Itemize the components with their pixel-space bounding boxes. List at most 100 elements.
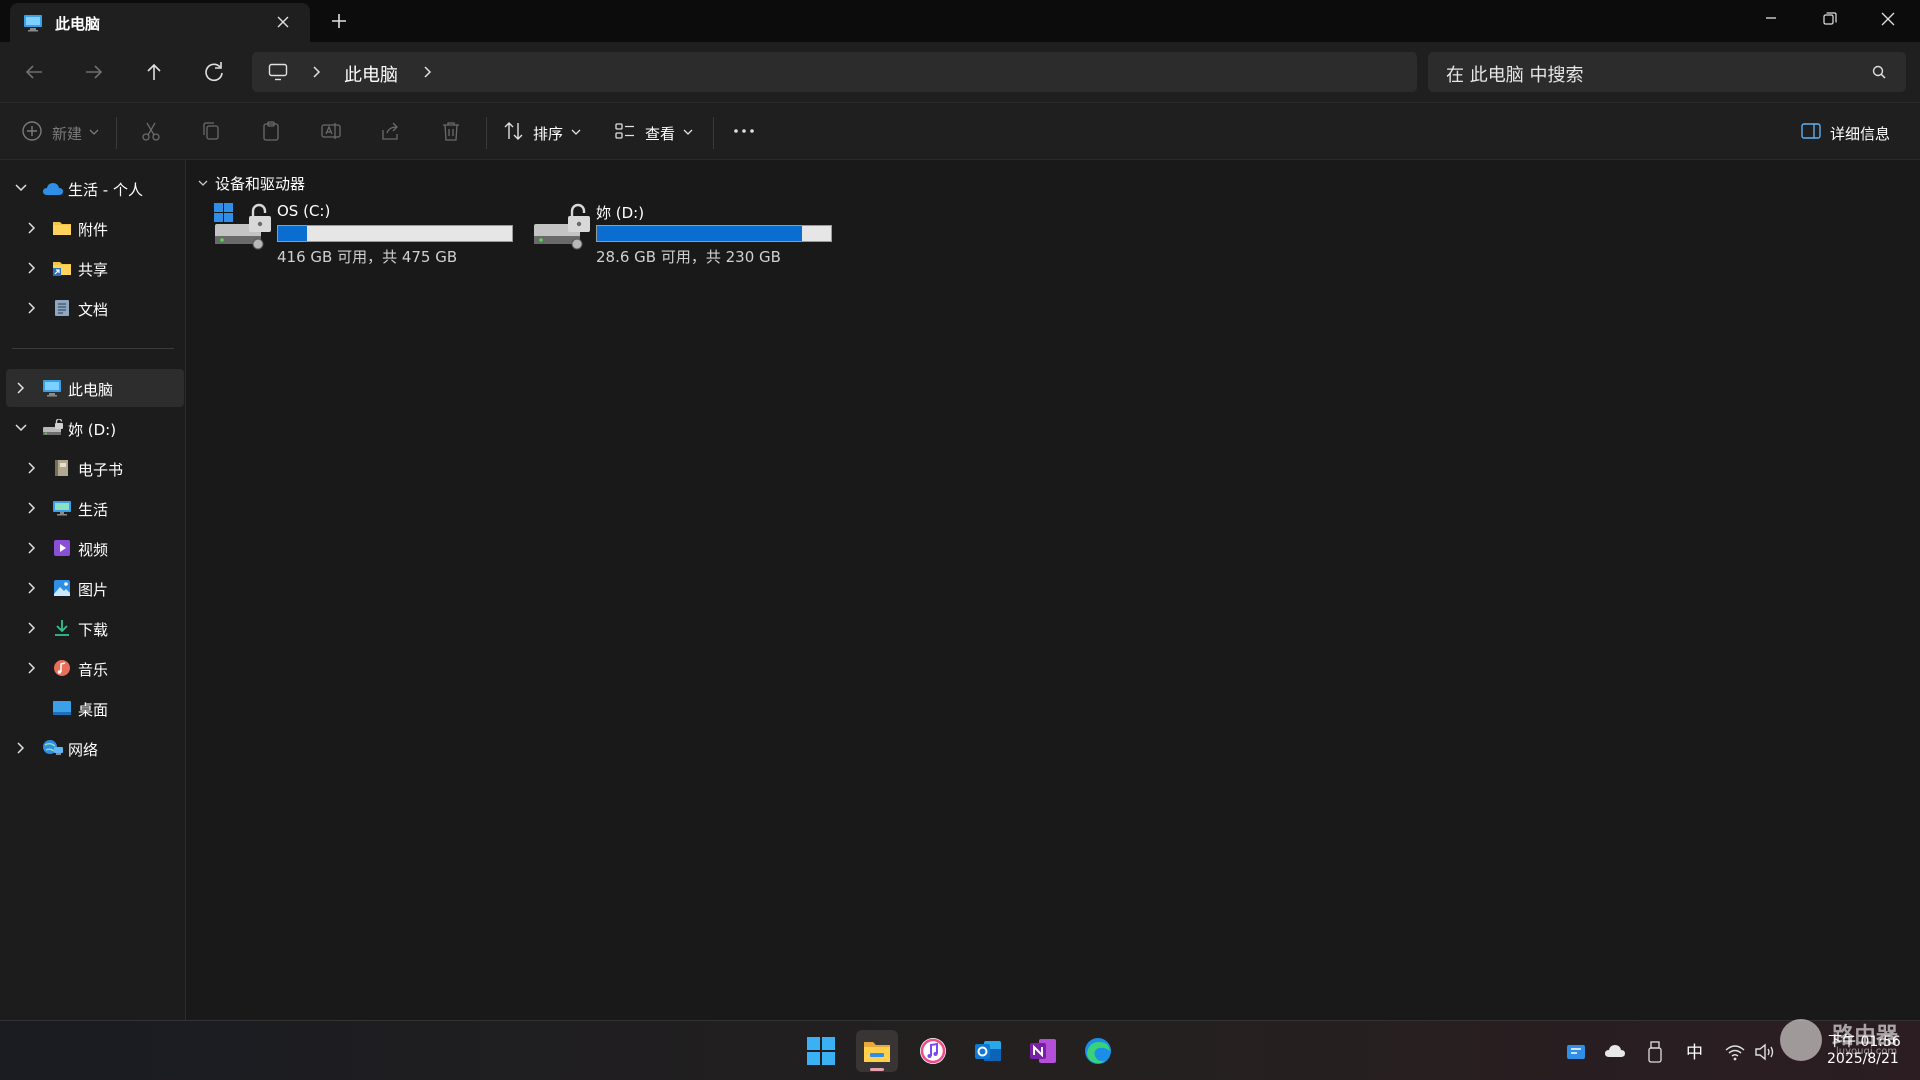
start-button[interactable] — [800, 1030, 842, 1072]
chevron-right-icon[interactable] — [25, 541, 39, 555]
onedrive-cloud-icon — [42, 181, 64, 197]
file-explorer-taskbar-button[interactable] — [856, 1030, 898, 1072]
breadcrumb-this-pc[interactable]: 此电脑 — [344, 61, 398, 87]
usb-device-icon[interactable] — [1648, 1041, 1662, 1063]
chevron-right-icon[interactable] — [309, 65, 323, 79]
rename-icon[interactable] — [320, 120, 342, 146]
sidebar-item-videos[interactable]: 视频 — [6, 529, 184, 567]
desktop-icon — [52, 700, 72, 716]
drive-c-tile[interactable]: OS (C:) 416 GB 可用，共 475 GB — [213, 202, 523, 266]
chevron-down-icon[interactable] — [197, 177, 209, 189]
chevron-right-icon[interactable] — [420, 65, 434, 79]
cut-icon[interactable] — [140, 120, 162, 146]
sidebar-item-network[interactable]: 网络 — [6, 729, 184, 767]
file-explorer-icon — [862, 1036, 892, 1066]
chevron-right-icon[interactable] — [25, 221, 39, 235]
new-button[interactable]: 新建 — [52, 123, 82, 144]
sidebar-item-downloads[interactable]: 下载 — [6, 609, 184, 647]
onedrive-tray-icon[interactable] — [1604, 1044, 1626, 1058]
view-icon[interactable] — [614, 120, 636, 146]
itunes-icon — [918, 1036, 948, 1066]
start-icon — [806, 1036, 836, 1066]
chevron-right-icon[interactable] — [25, 461, 39, 475]
divider — [116, 117, 117, 149]
document-icon — [54, 299, 70, 317]
tab-this-pc[interactable]: 此电脑 — [10, 3, 310, 42]
new-plus-icon[interactable] — [21, 120, 43, 146]
sidebar-item-attachments[interactable]: 附件 — [6, 209, 184, 247]
watermark-logo-icon — [1780, 1019, 1822, 1061]
divider — [713, 117, 714, 149]
chevron-right-icon[interactable] — [25, 661, 39, 675]
chevron-right-icon[interactable] — [14, 381, 28, 395]
close-window-icon[interactable] — [1876, 8, 1900, 32]
title-bar: 此电脑 — [0, 0, 1920, 42]
delete-icon[interactable] — [440, 120, 462, 146]
tab-title: 此电脑 — [55, 15, 101, 33]
outlook-taskbar-button[interactable] — [967, 1030, 1009, 1072]
close-tab-icon[interactable] — [274, 13, 292, 31]
refresh-icon[interactable] — [200, 58, 228, 86]
drive-d-tile[interactable]: 妳 (D:) 28.6 GB 可用，共 230 GB — [532, 202, 842, 266]
sidebar-item-life[interactable]: 生活 — [6, 489, 184, 527]
sidebar-item-pictures[interactable]: 图片 — [6, 569, 184, 607]
chevron-down-icon[interactable] — [571, 128, 581, 154]
active-indicator — [870, 1068, 884, 1071]
sidebar-item-shared[interactable]: 共享 — [6, 249, 184, 287]
music-icon — [53, 659, 71, 677]
sidebar-item-desktop[interactable]: 桌面 — [6, 689, 184, 727]
computer-icon — [42, 379, 62, 397]
sidebar-item-this-pc[interactable]: 此电脑 — [6, 369, 184, 407]
restore-icon[interactable] — [1817, 8, 1841, 32]
search-box[interactable]: 在 此电脑 中搜索 — [1428, 52, 1906, 92]
chevron-down-icon[interactable] — [683, 128, 693, 154]
up-icon[interactable] — [140, 58, 168, 86]
ebook-icon — [53, 459, 71, 477]
monitor-icon — [268, 63, 288, 81]
chevron-down-icon[interactable] — [14, 181, 28, 195]
details-button[interactable]: 详细信息 — [1830, 123, 1890, 144]
view-button[interactable]: 查看 — [645, 123, 675, 144]
sidebar-item-drive-d[interactable]: 妳 (D:) — [6, 409, 184, 447]
sidebar-item-music[interactable]: 音乐 — [6, 649, 184, 687]
address-bar[interactable]: 此电脑 — [252, 52, 1417, 92]
drive-usage-fill — [278, 226, 308, 241]
chevron-down-icon[interactable] — [14, 421, 28, 435]
paste-icon[interactable] — [260, 120, 282, 146]
onenote-taskbar-button[interactable] — [1022, 1030, 1064, 1072]
sort-button[interactable]: 排序 — [533, 123, 563, 144]
windows-drive-icon — [213, 202, 273, 252]
picture-icon — [53, 579, 71, 597]
share-icon[interactable] — [380, 120, 402, 146]
sidebar-item-documents[interactable]: 文档 — [6, 289, 184, 327]
sidebar-item-label: 图片 — [78, 581, 109, 599]
itunes-taskbar-button[interactable] — [912, 1030, 954, 1072]
back-icon[interactable] — [20, 58, 48, 86]
drive-icon — [42, 419, 64, 437]
chevron-right-icon[interactable] — [25, 621, 39, 635]
input-method-indicator[interactable]: 中 — [1686, 1038, 1703, 1063]
volume-icon[interactable] — [1754, 1043, 1776, 1061]
details-pane-icon[interactable] — [1800, 120, 1822, 146]
more-options-icon[interactable] — [732, 120, 756, 146]
sidebar-item-label: 音乐 — [78, 661, 109, 679]
chevron-right-icon[interactable] — [25, 581, 39, 595]
copy-icon[interactable] — [200, 120, 222, 146]
minimize-icon[interactable] — [1759, 8, 1783, 32]
app-tray-icon[interactable] — [1566, 1043, 1586, 1061]
wifi-icon[interactable] — [1724, 1043, 1746, 1061]
address-row: 此电脑 在 此电脑 中搜索 — [0, 42, 1920, 102]
chevron-right-icon[interactable] — [25, 501, 39, 515]
sidebar-item-onedrive[interactable]: 生活 - 个人 — [6, 169, 184, 207]
edge-taskbar-button[interactable] — [1077, 1030, 1119, 1072]
forward-icon[interactable] — [80, 58, 108, 86]
chevron-right-icon[interactable] — [25, 301, 39, 315]
chevron-right-icon[interactable] — [14, 741, 28, 755]
edge-icon — [1083, 1036, 1113, 1066]
chevron-right-icon[interactable] — [25, 261, 39, 275]
new-tab-icon[interactable] — [330, 12, 348, 30]
chevron-down-icon[interactable] — [89, 128, 99, 154]
search-icon[interactable] — [1871, 64, 1887, 80]
sort-icon[interactable] — [503, 120, 525, 146]
sidebar-item-ebooks[interactable]: 电子书 — [6, 449, 184, 487]
